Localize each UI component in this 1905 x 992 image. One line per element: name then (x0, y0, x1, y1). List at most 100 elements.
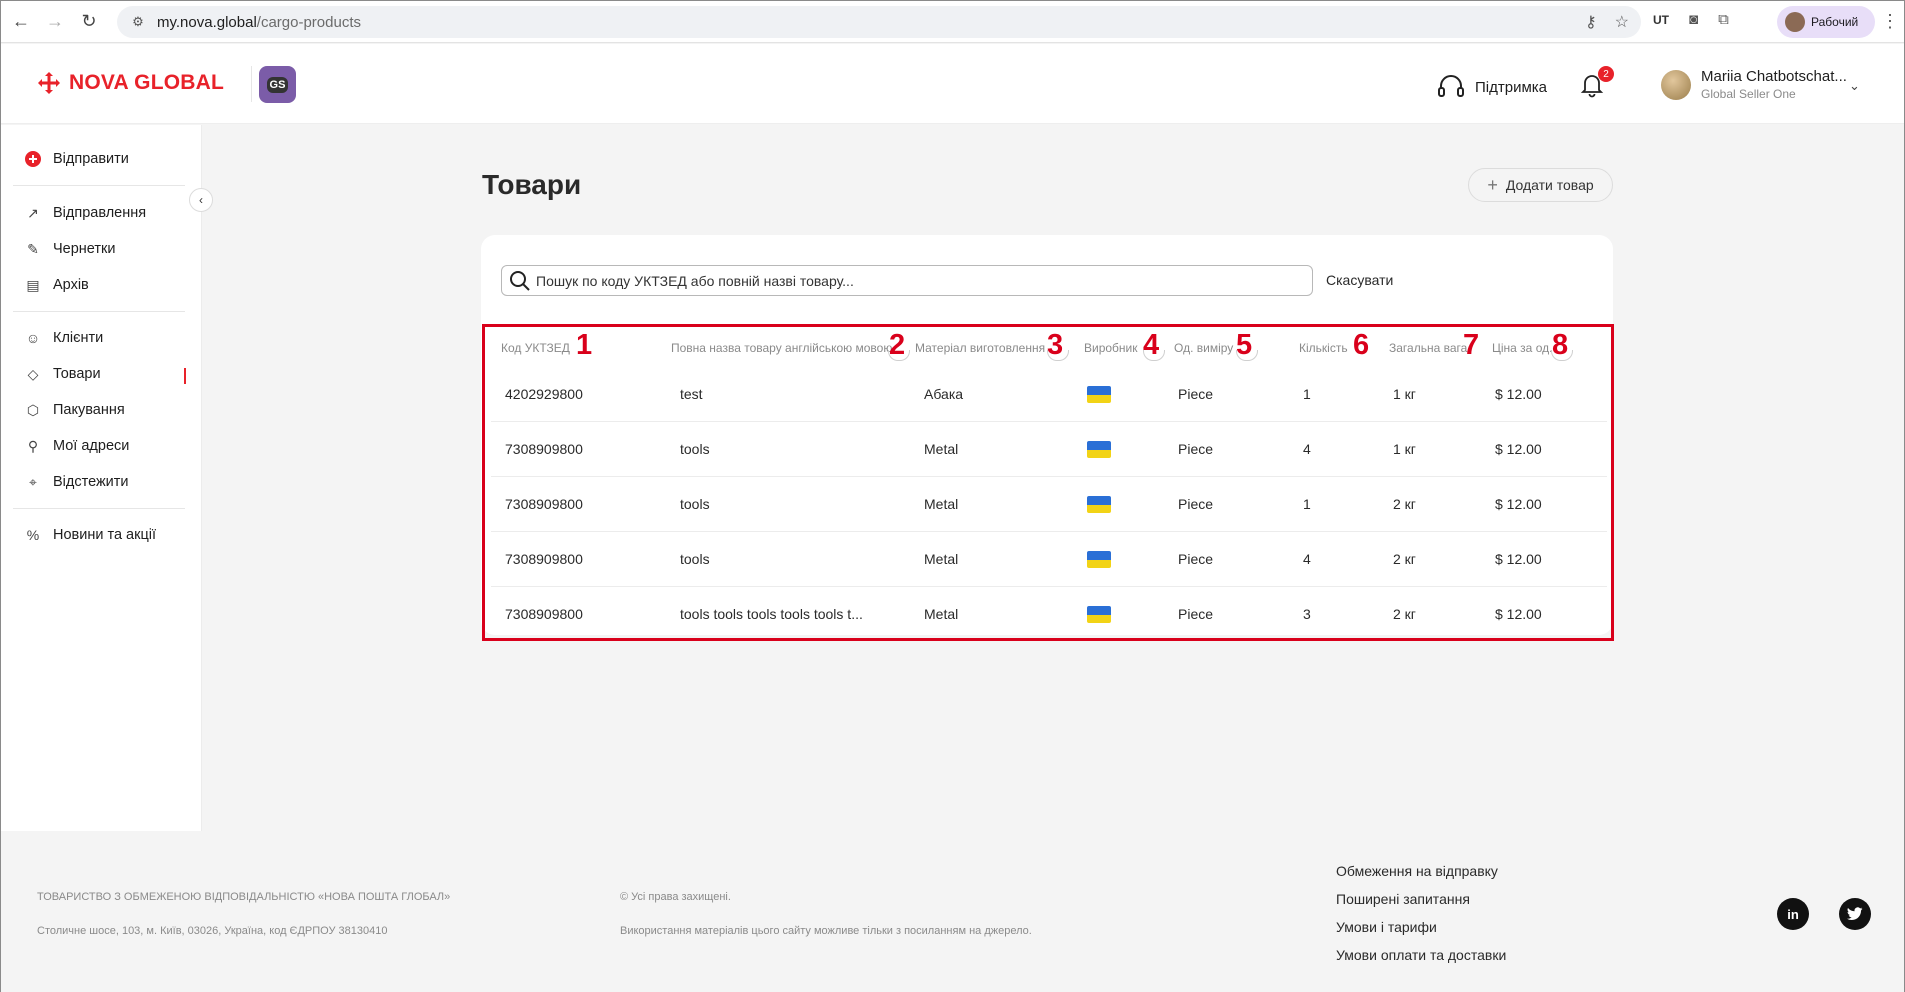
support-link[interactable]: Підтримка (1437, 74, 1547, 100)
cell-unit: Piece (1178, 386, 1214, 402)
reload-icon[interactable]: ↻ (75, 8, 103, 36)
active-indicator (184, 368, 186, 384)
footer-link-payment[interactable]: Умови оплати та доставки (1336, 947, 1506, 963)
map-pin-icon: ⚲ (27, 437, 39, 454)
column-marker: 3 (1047, 329, 1064, 361)
sidebar-item-track[interactable]: ⌖ Відстежити (25, 473, 129, 491)
column-header-quantity[interactable]: Кількість (1299, 341, 1348, 355)
bookmark-star-icon[interactable]: ☆ (1615, 12, 1629, 32)
sidebar-item-packaging[interactable]: ⬡ Пакування (25, 401, 125, 419)
support-label: Підтримка (1475, 78, 1548, 96)
sidebar-item-drafts[interactable]: ✎ Чернетки (25, 241, 115, 258)
twitter-icon[interactable] (1839, 898, 1871, 930)
table-row[interactable]: 4202929800 test Абака Piece 1 1 кг $ 12.… (491, 367, 1607, 422)
crosshair-icon: ⌖ (29, 473, 37, 490)
sidebar-item-products[interactable]: ◇ Товари (25, 365, 101, 383)
column-marker: 2 (889, 329, 906, 361)
logo-text: NOVA GLOBAL (69, 71, 225, 94)
add-product-label: Додати товар (1505, 177, 1594, 193)
extensions-puzzle-icon[interactable]: ⧉ (1718, 11, 1729, 28)
table-row[interactable]: 7308909800 tools Metal Piece 1 2 кг $ 12… (491, 477, 1607, 532)
search-input[interactable]: Пошук по коду УКТЗЕД або повній назві то… (501, 265, 1313, 296)
headset-icon (1438, 75, 1464, 97)
column-header-material[interactable]: Матеріал виготовлення (915, 341, 1045, 355)
address-bar[interactable]: ⚙ my.nova.global/cargo-products ⚷ ☆ (117, 6, 1641, 38)
column-header-manufacturer[interactable]: Виробник (1084, 341, 1138, 355)
column-header-code[interactable]: Код УКТЗЕД (501, 341, 570, 355)
cell-name: tools (680, 496, 710, 512)
sidebar-item-label: Архів (53, 277, 89, 293)
browser-menu-icon[interactable]: ⋮ (1881, 11, 1899, 32)
archive-icon: ▤ (26, 276, 40, 293)
cell-name: tools tools tools tools tools t... (680, 606, 863, 622)
tag-icon: ◇ (27, 365, 39, 382)
sidebar-item-send[interactable]: Відправити (25, 151, 129, 167)
column-header-name[interactable]: Повна назва товару англійською мовою (671, 341, 892, 355)
header-divider (251, 66, 252, 102)
cell-price: $ 12.00 (1495, 551, 1542, 567)
table-row[interactable]: 7308909800 tools tools tools tools tools… (491, 587, 1607, 642)
table-row[interactable]: 7308909800 tools Metal Piece 4 2 кг $ 12… (491, 532, 1607, 587)
cell-price: $ 12.00 (1495, 441, 1542, 457)
package-icon: ⬡ (26, 401, 40, 418)
back-icon[interactable]: ← (7, 8, 35, 36)
cell-unit: Piece (1178, 606, 1214, 622)
cell-material: Metal (924, 551, 959, 567)
cell-quantity: 3 (1303, 606, 1311, 622)
table-row[interactable]: 7308909800 tools Metal Piece 4 1 кг $ 12… (491, 422, 1607, 477)
footer-link-terms[interactable]: Умови і тарифи (1336, 919, 1437, 935)
sidebar-item-label: Пакування (53, 402, 125, 418)
cell-code: 7308909800 (505, 441, 583, 457)
page-title: Товари (482, 169, 582, 200)
cell-quantity: 1 (1303, 496, 1311, 512)
sidebar-item-label: Відстежити (53, 474, 129, 490)
cell-weight: 1 кг (1393, 386, 1416, 402)
site-settings-icon[interactable]: ⚙ (129, 13, 147, 31)
sidebar-item-label: Новини та акції (53, 527, 157, 543)
camera-icon[interactable]: ◙ (1689, 11, 1698, 28)
users-icon: ☺ (25, 330, 41, 346)
column-marker: 1 (576, 329, 593, 361)
ukraine-flag-icon (1087, 441, 1111, 458)
sidebar-item-clients[interactable]: ☺ Клієнти (25, 330, 103, 346)
column-header-price[interactable]: Ціна за од. (1492, 341, 1552, 355)
site-header: NOVA GLOBAL GS Підтримка 2 Mariia Chatbo… (1, 44, 1904, 124)
sidebar-collapse-button[interactable]: ‹ (189, 188, 213, 212)
user-menu[interactable]: Mariia Chatbotschat... Global Seller One (1661, 68, 1847, 101)
global-seller-badge[interactable]: GS (259, 66, 296, 103)
cell-price: $ 12.00 (1495, 386, 1542, 402)
column-marker: 8 (1552, 329, 1569, 361)
cell-weight: 2 кг (1393, 551, 1416, 567)
url-path: /cargo-products (256, 13, 361, 31)
extension-ut-icon[interactable]: UT (1653, 13, 1669, 27)
sidebar-divider (13, 508, 185, 509)
cell-unit: Piece (1178, 551, 1214, 567)
cell-price: $ 12.00 (1495, 606, 1542, 622)
sidebar-item-news[interactable]: % Новини та акції (25, 527, 156, 543)
chevron-down-icon[interactable]: ⌄ (1849, 78, 1860, 94)
column-marker: 5 (1236, 329, 1253, 361)
browser-profile-button[interactable]: Рабочий (1777, 6, 1875, 38)
cell-code: 7308909800 (505, 551, 583, 567)
ukraine-flag-icon (1087, 386, 1111, 403)
ukraine-flag-icon (1087, 606, 1111, 623)
footer-company: ТОВАРИСТВО З ОБМЕЖЕНОЮ ВІДПОВІДАЛЬНІСТЮ … (37, 891, 451, 903)
cancel-search-button[interactable]: Скасувати (1326, 272, 1393, 288)
sidebar-item-shipments[interactable]: ↗ Відправлення (25, 205, 147, 222)
cell-weight: 2 кг (1393, 606, 1416, 622)
search-icon (510, 270, 530, 291)
column-header-weight[interactable]: Загальна вага (1389, 341, 1467, 355)
sidebar-item-archive[interactable]: ▤ Архів (25, 276, 89, 294)
ukraine-flag-icon (1087, 551, 1111, 568)
linkedin-icon[interactable]: in (1777, 898, 1809, 930)
sidebar-item-label: Відправлення (53, 205, 147, 221)
forward-icon[interactable]: → (41, 8, 69, 36)
footer-link-restrictions[interactable]: Обмеження на відправку (1336, 863, 1498, 879)
column-header-unit[interactable]: Од. виміру (1174, 341, 1233, 355)
column-marker: 4 (1143, 329, 1160, 361)
add-product-button[interactable]: + Додати товар (1468, 168, 1613, 202)
nova-global-logo[interactable]: NOVA GLOBAL (37, 71, 224, 95)
sidebar-item-addresses[interactable]: ⚲ Мої адреси (25, 437, 130, 455)
footer-link-faq[interactable]: Поширені запитання (1336, 891, 1470, 907)
password-key-icon[interactable]: ⚷ (1585, 12, 1597, 32)
